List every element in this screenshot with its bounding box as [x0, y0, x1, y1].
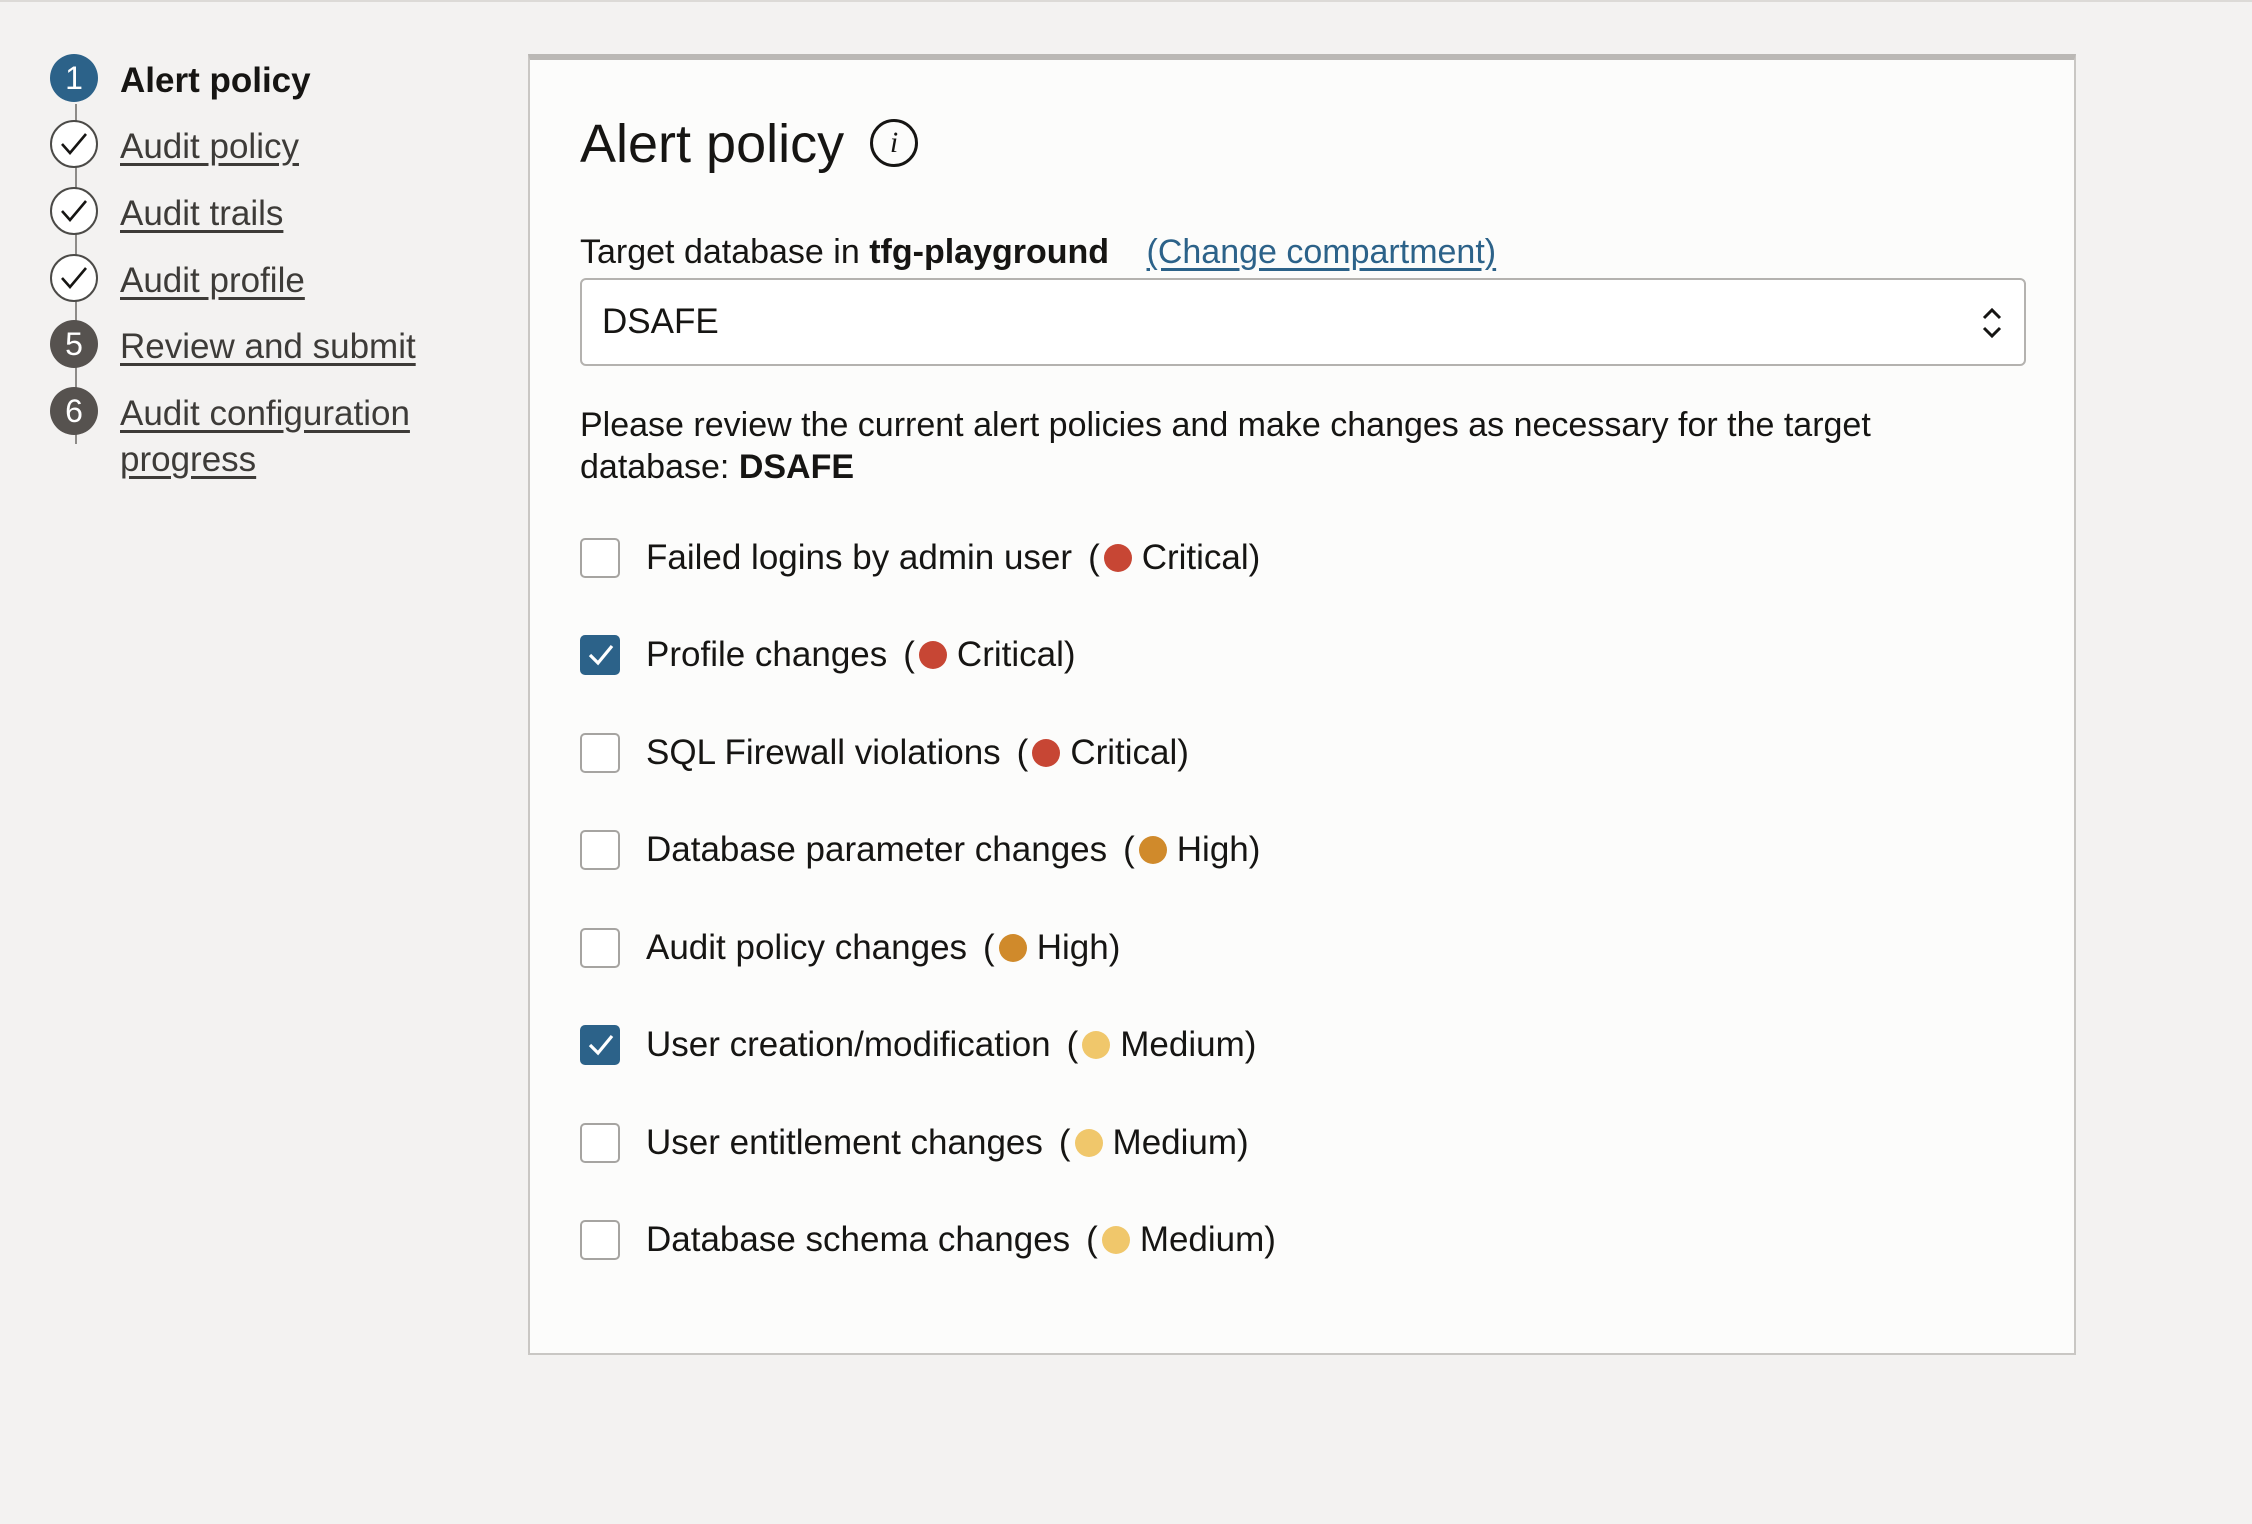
alert-policy-row[interactable]: User entitlement changes (Medium) [580, 1115, 1980, 1175]
severity-label: Critical [1141, 538, 1249, 577]
severity-indicator: (Critical) [903, 635, 1076, 674]
step-number-badge: 5 [50, 320, 98, 368]
alert-policy-label: Failed logins by admin user (Critical) [646, 534, 1260, 582]
alert-policy-card: Alert policy i Target database in tfg-pl… [528, 54, 2076, 1355]
alert-policy-row[interactable]: User creation/modification (Medium) [580, 1017, 1980, 1077]
alert-policy-label: Database parameter changes (High) [646, 826, 1260, 874]
severity-dot-icon [1032, 739, 1061, 767]
step-number-badge: 1 [50, 54, 98, 102]
severity-dot-icon [998, 934, 1027, 962]
step-label: Audit trails [120, 194, 284, 233]
alert-policy-name: Failed logins by admin user [646, 538, 1073, 577]
alert-policy-row[interactable]: Database parameter changes (High) [580, 822, 1980, 882]
checkbox-checked[interactable] [580, 635, 620, 675]
alert-policy-row[interactable]: Failed logins by admin user (Critical) [580, 530, 1980, 590]
checkbox[interactable] [580, 1123, 620, 1163]
alert-policy-row[interactable]: Database schema changes (Medium) [580, 1212, 1980, 1272]
step-label: Review and submit [120, 327, 416, 366]
selected-database-value: DSAFE [602, 302, 719, 341]
severity-label: High [1036, 928, 1109, 967]
checkbox[interactable] [580, 830, 620, 870]
checkbox-checked[interactable] [580, 1025, 620, 1065]
severity-label: Medium [1120, 1025, 1245, 1064]
target-prefix: Target database in [580, 233, 860, 271]
severity-dot-icon [1138, 836, 1167, 864]
review-database-name: DSAFE [738, 448, 855, 486]
alert-policy-label: User entitlement changes (Medium) [646, 1119, 1249, 1167]
step-label: Audit profile [120, 261, 305, 300]
alert-policy-row[interactable]: Audit policy changes (High) [580, 920, 1980, 980]
severity-dot-icon [1101, 1226, 1130, 1254]
checkbox[interactable] [580, 928, 620, 968]
top-divider [0, 0, 2252, 2]
alert-policy-name: Database schema changes [646, 1220, 1071, 1259]
alert-policy-name: Database parameter changes [646, 830, 1108, 869]
alert-policy-name: Audit policy changes [646, 928, 968, 967]
chevron-up-down-icon [1982, 307, 2002, 339]
alert-policy-name: SQL Firewall violations [646, 733, 1001, 772]
alert-policy-name: User creation/modification [646, 1025, 1051, 1064]
target-database-label: Target database in tfg-playground (Chang… [580, 230, 1496, 274]
severity-label: Medium [1112, 1123, 1238, 1162]
change-compartment-link[interactable]: (Change compartment) [1147, 233, 1497, 271]
severity-indicator: (Medium) [1058, 1123, 1249, 1162]
severity-indicator: (Critical) [1016, 733, 1189, 772]
review-instructions: Please review the current alert policies… [580, 404, 2020, 488]
severity-label: High [1176, 830, 1249, 869]
target-database-select[interactable]: DSAFE [580, 278, 2026, 366]
severity-indicator: (High) [1123, 830, 1261, 869]
info-icon[interactable]: i [870, 119, 918, 167]
checkmark-icon [50, 120, 98, 168]
alert-policy-label: User creation/modification (Medium) [646, 1021, 1256, 1069]
alert-policy-name: Profile changes [646, 635, 888, 674]
severity-dot-icon [918, 641, 947, 669]
severity-indicator: (Medium) [1086, 1220, 1276, 1259]
step-number-badge: 6 [50, 387, 98, 435]
checkmark-icon [50, 187, 98, 235]
severity-label: Medium [1139, 1220, 1265, 1259]
page-title: Alert policy [580, 114, 845, 174]
checkbox[interactable] [580, 733, 620, 773]
step-label: Alert policy [120, 61, 311, 100]
checkbox[interactable] [580, 1220, 620, 1260]
severity-dot-icon [1074, 1129, 1103, 1157]
alert-policy-label: SQL Firewall violations (Critical) [646, 729, 1189, 777]
alert-policy-row[interactable]: SQL Firewall violations (Critical) [580, 725, 1980, 785]
checkmark-icon [50, 254, 98, 302]
severity-dot-icon [1103, 544, 1132, 572]
severity-indicator: (Critical) [1088, 538, 1261, 577]
severity-label: Critical [1070, 733, 1178, 772]
compartment-name: tfg-playground [869, 233, 1110, 271]
checkbox[interactable] [580, 538, 620, 578]
step-label: Audit policy [120, 127, 299, 166]
alert-policy-label: Database schema changes (Medium) [646, 1216, 1276, 1264]
alert-policy-row[interactable]: Profile changes (Critical) [580, 627, 1980, 687]
alert-policy-label: Profile changes (Critical) [646, 631, 1076, 679]
step-label: Audit configuration progress [120, 394, 410, 479]
severity-dot-icon [1082, 1031, 1111, 1059]
alert-policy-label: Audit policy changes (High) [646, 924, 1120, 972]
severity-indicator: (High) [983, 928, 1121, 967]
alert-policy-name: User entitlement changes [646, 1123, 1043, 1162]
severity-label: Critical [956, 635, 1064, 674]
severity-indicator: (Medium) [1066, 1025, 1257, 1064]
